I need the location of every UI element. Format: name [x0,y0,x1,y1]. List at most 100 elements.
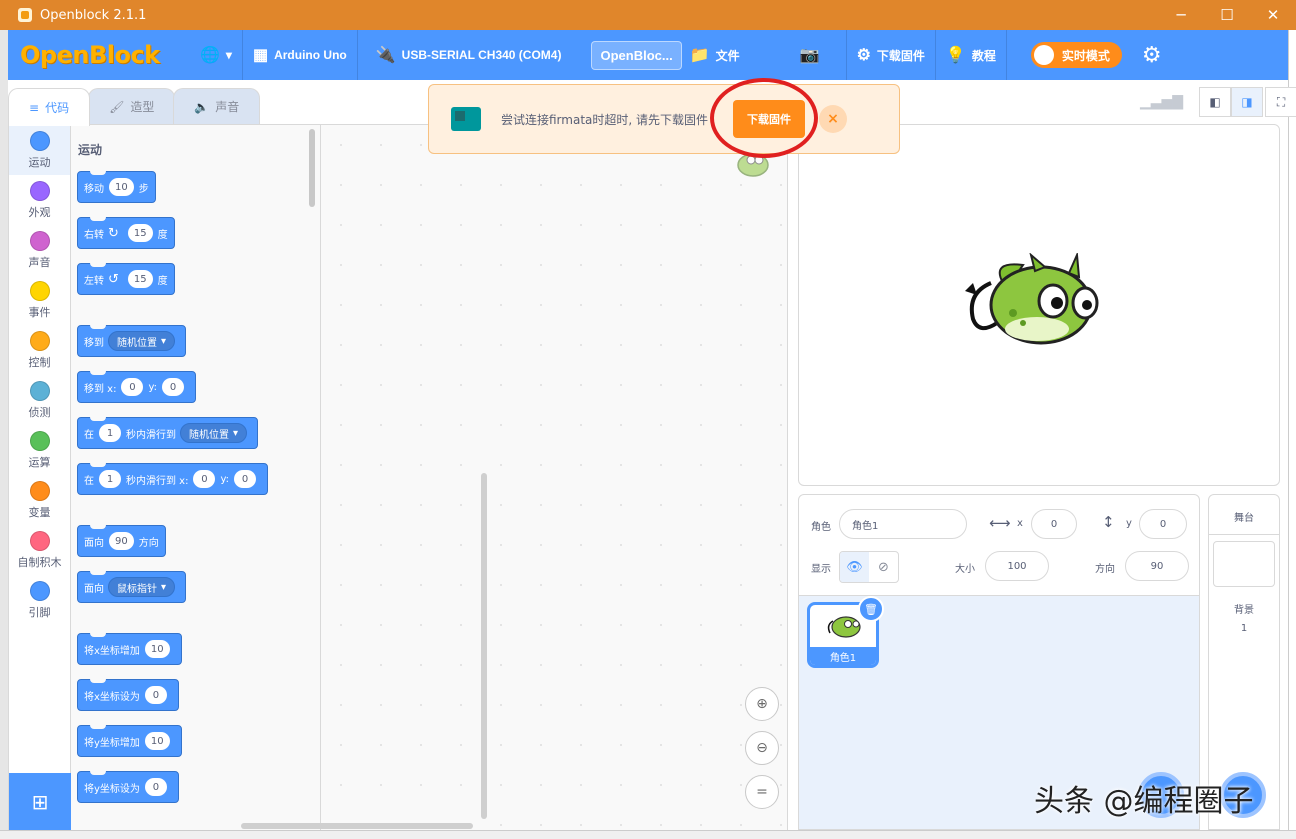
block-text: 秒内滑行到 x: [126,475,189,487]
port-menu[interactable]: 🔌 USB-SERIAL CH340 (COM4) [358,30,572,80]
block-set-y[interactable]: 将y坐标设为 0 [77,771,179,803]
size-input[interactable]: 100 [985,551,1049,581]
minimize-button[interactable]: ─ [1158,0,1204,30]
block-input[interactable]: 0 [193,470,216,488]
chevron-down-icon: ▾ [225,48,232,62]
block-dropdown[interactable]: 随机位置 [180,423,248,443]
x-input[interactable]: 0 [1031,509,1077,539]
category-events[interactable]: 事件 [9,275,70,325]
lightbulb-icon: 💡 [945,47,966,64]
realtime-mode-toggle[interactable]: 实时模式 [1030,42,1122,68]
zoom-in-button[interactable]: ⊕ [745,687,779,721]
block-input[interactable]: 10 [109,178,134,196]
file-menu[interactable]: 📁 文件 [688,30,750,80]
y-label: y [1126,518,1132,529]
category-variables[interactable]: 变量 [9,475,70,525]
add-extension-button[interactable]: ⊞ [9,773,71,831]
backdrop-thumbnail[interactable] [1213,541,1275,587]
block-glide[interactable]: 在 1 秒内滑行到 随机位置 [77,417,259,449]
block-input[interactable]: 10 [144,732,170,750]
palette-scrollbar[interactable] [309,129,315,207]
zoom-out-button[interactable]: ⊖ [745,731,779,765]
x-label: x [1017,518,1023,529]
block-goto-xy[interactable]: 移到 x: 0 y: 0 [77,371,197,403]
stage-canvas[interactable] [798,124,1280,486]
zoom-reset-button[interactable]: = [745,775,779,809]
block-text: 将x坐标增加 [84,645,140,657]
block-input[interactable]: 15 [127,224,153,242]
block-point-direction[interactable]: 面向 90 方向 [77,525,166,557]
show-eye-icon[interactable]: 👁 [840,552,869,582]
block-input[interactable]: 1 [99,470,121,488]
block-input[interactable]: 0 [121,378,144,396]
block-input[interactable]: 90 [109,532,134,550]
category-sensing[interactable]: 侦测 [9,375,70,425]
category-control[interactable]: 控制 [9,325,70,375]
gear-icon[interactable]: ⚙ [1142,43,1162,68]
direction-input[interactable]: 90 [1125,551,1189,581]
device-menu[interactable]: ▦ Arduino Uno [243,30,357,80]
category-sound[interactable]: 声音 [9,225,70,275]
block-dropdown[interactable]: 鼠标指针 [108,577,176,597]
block-goto[interactable]: 移到 随机位置 [77,325,187,357]
dragon-sprite[interactable] [961,253,1101,349]
small-stage-button[interactable]: ◧ [1199,87,1232,117]
category-operators[interactable]: 运算 [9,425,70,475]
block-point-towards[interactable]: 面向 鼠标指针 [77,571,187,603]
script-workspace[interactable]: ⊕ ⊖ = [321,125,787,831]
sprite-info-panel: 角色 角色1 ⟷ x 0 ↕ y 0 显示 👁 ⊘ 大小 100 方向 90 [798,494,1200,596]
block-input[interactable]: 0 [234,470,257,488]
chip-icon: ⚙ [856,47,871,64]
block-input[interactable]: 0 [144,686,167,704]
visibility-toggle: 👁 ⊘ [839,551,899,583]
language-menu[interactable]: 🌐 ▾ [190,30,242,80]
block-input[interactable]: 0 [144,778,167,796]
category-dot [29,380,50,401]
block-text: 方向 [138,537,159,549]
tab-costumes[interactable]: 🖌 造型 [88,88,176,124]
left-window-edge [0,30,8,839]
firmata-timeout-alert: 尝试连接firmata时超时, 请先下载固件 下载固件 × [428,84,900,154]
block-text: 度 [157,275,168,287]
sprite-name-input[interactable]: 角色1 [839,509,967,539]
screenshot-button[interactable]: 📷 [790,30,836,80]
workspace-horizontal-scrollbar[interactable] [241,823,473,829]
tab-sounds[interactable]: 🔈 声音 [173,88,261,124]
fullscreen-button[interactable]: ⛶ [1265,87,1296,117]
upload-firmware-menu[interactable]: ⚙ 下载固件 [847,30,935,80]
tab-code[interactable]: ≡ 代码 [8,88,91,126]
delete-sprite-button[interactable]: 🗑 [858,596,884,622]
block-dropdown[interactable]: 随机位置 [108,331,176,351]
block-input[interactable]: 10 [144,640,170,658]
block-change-x[interactable]: 将x坐标增加 10 [77,633,182,665]
openblock-logo[interactable]: OpenBlock [20,41,190,69]
category-my-blocks[interactable]: 自制积木 [9,525,70,575]
block-turn-right[interactable]: 右转 ↻ 15 度 [77,217,175,249]
block-input[interactable]: 15 [127,270,153,288]
block-set-x[interactable]: 将x坐标设为 0 [77,679,179,711]
maximize-button[interactable]: ☐ [1204,0,1250,30]
block-turn-left[interactable]: 左转 ↺ 15 度 [77,263,175,295]
workspace-vertical-scrollbar[interactable] [481,473,487,819]
y-input[interactable]: 0 [1139,509,1187,539]
large-stage-button[interactable]: ◨ [1231,87,1264,117]
block-text: 左转 [84,275,104,287]
menu-bar: OpenBlock 🌐 ▾ ▦ Arduino Uno 🔌 USB-SERIAL … [8,30,1288,80]
category-pins[interactable]: 引脚 [9,575,70,625]
block-input[interactable]: 0 [162,378,185,396]
block-input[interactable]: 1 [99,424,121,442]
block-change-y[interactable]: 将y坐标增加 10 [77,725,182,757]
hide-eye-icon[interactable]: ⊘ [869,552,898,582]
close-window-button[interactable]: ✕ [1250,0,1296,30]
tutorials-menu[interactable]: 💡 教程 [936,30,1006,80]
block-text: 在 [84,475,94,487]
category-looks[interactable]: 外观 [9,175,70,225]
project-name-input[interactable]: OpenBloc... [591,40,682,70]
block-glide-xy[interactable]: 在 1 秒内滑行到 x: 0 y: 0 [77,463,269,495]
block-text: 将x坐标设为 [84,691,140,703]
category-motion[interactable]: 运动 [9,125,70,175]
alert-close-button[interactable]: × [819,105,847,133]
add-extension-icon: ⊞ [31,790,49,814]
block-move-steps[interactable]: 移动 10 步 [77,171,156,203]
right-window-edge [1288,30,1296,839]
